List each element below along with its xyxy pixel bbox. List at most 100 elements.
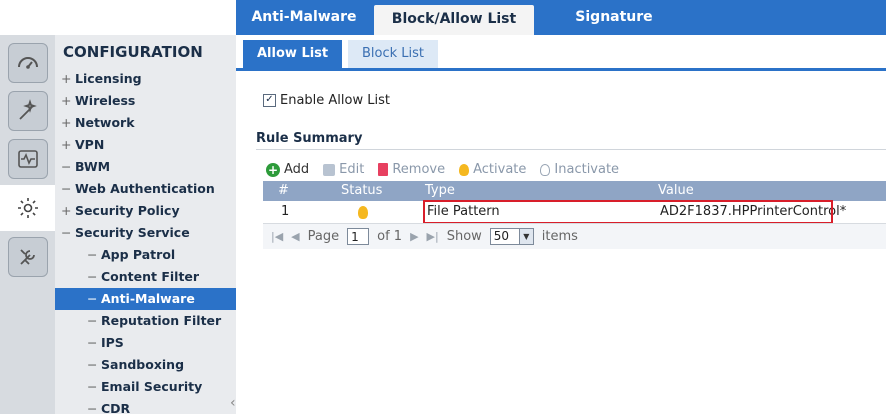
remove-button[interactable]: Remove (378, 162, 445, 177)
collapse-icon: − (61, 225, 72, 240)
menu-item-vpn[interactable]: + VPN (55, 134, 236, 156)
prev-page-icon[interactable]: ◀ (291, 230, 299, 243)
row-value: AD2F1837.HPPrinterControl* (660, 204, 847, 219)
chevron-down-icon: ▼ (518, 229, 533, 244)
collapse-icon: − (87, 401, 98, 414)
edit-label: Edit (339, 162, 365, 177)
top-tab-bar: Anti-Malware Block/Allow List Signature (0, 0, 886, 35)
menu-item-label: Security Service (75, 225, 190, 240)
menu-item-wireless[interactable]: + Wireless (55, 90, 236, 112)
menu-item-label: App Patrol (101, 247, 176, 262)
menu-item-anti-malware[interactable]: − Anti-Malware (55, 288, 236, 310)
configuration-gear-icon (17, 198, 38, 218)
menu-item-label: Licensing (75, 71, 142, 86)
menu-item-ips[interactable]: − IPS (55, 332, 236, 354)
last-page-icon[interactable]: ▶| (427, 230, 439, 243)
tab-block-list[interactable]: Block List (348, 40, 439, 68)
tab-block-allow-list[interactable]: Block/Allow List (374, 5, 534, 35)
menu-item-label: Web Authentication (75, 181, 215, 196)
row-type: File Pattern (427, 204, 500, 219)
tab-anti-malware[interactable]: Anti-Malware (244, 0, 364, 35)
enable-allow-list-row: ✓ Enable Allow List (263, 93, 390, 108)
edit-button[interactable]: Edit (323, 162, 364, 177)
add-label: Add (284, 162, 310, 177)
collapse-icon: − (61, 159, 72, 174)
show-label: Show (446, 229, 482, 244)
inactivate-button[interactable]: Inactivate (540, 162, 619, 177)
menu-item-web-authentication[interactable]: − Web Authentication (55, 178, 236, 200)
menu-item-security-service[interactable]: − Security Service (55, 222, 236, 244)
menu-item-label: IPS (101, 335, 124, 350)
wizard-icon (19, 99, 37, 120)
menu-item-label: Security Policy (75, 203, 180, 218)
per-page-value: 50 (493, 229, 510, 243)
maintenance-button[interactable] (8, 237, 48, 277)
col-status[interactable]: Status (341, 181, 382, 201)
expand-icon: + (61, 115, 72, 130)
content-area: Allow List Block List ✓ Enable Allow Lis… (236, 35, 886, 414)
monitor-icon (18, 150, 38, 168)
enable-allow-list-label: Enable Allow List (280, 93, 390, 108)
trash-icon (378, 163, 389, 176)
menu-item-label: VPN (75, 137, 105, 152)
collapse-icon: − (87, 357, 98, 372)
menu-item-cdr[interactable]: − CDR (55, 398, 236, 414)
configuration-button[interactable] (0, 185, 55, 231)
items-label: items (541, 229, 578, 244)
menu-title: CONFIGURATION (63, 43, 203, 61)
page-input[interactable]: 1 (347, 228, 370, 245)
inactivate-label: Inactivate (554, 162, 620, 177)
collapse-icon: − (87, 291, 98, 306)
sub-tab-bar: Allow List Block List (236, 35, 886, 71)
expand-icon: + (61, 203, 72, 218)
activate-label: Activate (473, 162, 527, 177)
col-num[interactable]: # (278, 181, 289, 201)
next-page-icon[interactable]: ▶ (410, 230, 418, 243)
pagination-bar: |◀ ◀ Page 1 of 1 ▶ ▶| Show 50 ▼ items (263, 223, 886, 249)
menu-item-email-security[interactable]: − Email Security (55, 376, 236, 398)
rule-summary-heading: Rule Summary (256, 131, 363, 146)
col-value[interactable]: Value (658, 181, 694, 201)
menu-item-label: Anti-Malware (101, 291, 195, 306)
enable-allow-list-checkbox[interactable]: ✓ (263, 94, 276, 107)
menu-item-security-policy[interactable]: + Security Policy (55, 200, 236, 222)
add-button[interactable]: + Add (266, 162, 309, 177)
menu-item-content-filter[interactable]: − Content Filter (55, 266, 236, 288)
collapse-icon: − (61, 181, 72, 196)
menu-item-label: Network (75, 115, 135, 130)
menu-item-network[interactable]: + Network (55, 112, 236, 134)
edit-icon (323, 163, 336, 176)
table-row[interactable]: 1 File Pattern AD2F1837.HPPrinterControl… (263, 200, 886, 224)
collapse-icon: − (87, 269, 98, 284)
menu-item-bwm[interactable]: − BWM (55, 156, 236, 178)
tab-allow-list[interactable]: Allow List (243, 40, 343, 68)
rule-toolbar: + Add Edit Remove Activate Inactivate (266, 162, 619, 177)
menu-item-licensing[interactable]: + Licensing (55, 68, 236, 90)
first-page-icon[interactable]: |◀ (271, 230, 283, 243)
collapse-icon: − (87, 379, 98, 394)
activate-button[interactable]: Activate (459, 162, 526, 177)
collapse-icon: − (87, 247, 98, 262)
col-type[interactable]: Type (425, 181, 455, 201)
status-active-bulb-icon (358, 206, 368, 219)
menu-item-reputation-filter[interactable]: − Reputation Filter (55, 310, 236, 332)
tab-signature[interactable]: Signature (554, 0, 674, 35)
collapse-icon: − (87, 313, 98, 328)
menu-item-app-patrol[interactable]: − App Patrol (55, 244, 236, 266)
top-tabs: Anti-Malware Block/Allow List Signature (236, 0, 886, 35)
per-page-select[interactable]: 50 ▼ (489, 228, 534, 245)
remove-label: Remove (392, 162, 446, 177)
icon-sidebar (0, 35, 55, 414)
collapse-icon: − (87, 335, 98, 350)
dashboard-button[interactable] (8, 43, 48, 83)
rule-table: # Status Type Value 1 File Pattern AD2F1… (263, 181, 886, 249)
menu-item-label: CDR (101, 401, 131, 414)
page-of: of 1 (377, 229, 403, 244)
add-icon: + (266, 162, 280, 177)
wizard-button[interactable] (8, 91, 48, 131)
configuration-menu: CONFIGURATION + Licensing + Wireless + Networ… (55, 35, 236, 414)
maintenance-tools-icon (20, 249, 35, 265)
monitor-button[interactable] (8, 139, 48, 179)
menu-item-sandboxing[interactable]: − Sandboxing (55, 354, 236, 376)
dashboard-icon (18, 57, 38, 69)
